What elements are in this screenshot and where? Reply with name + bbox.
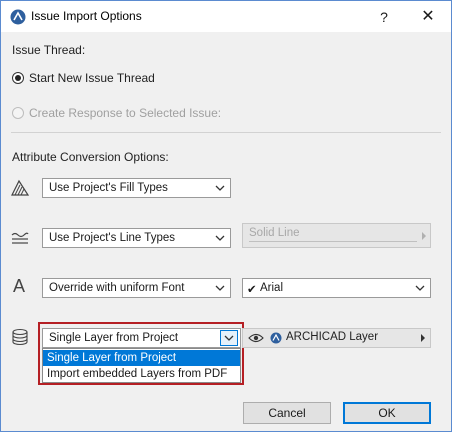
archicad-logo-icon bbox=[270, 332, 282, 344]
title-bar: Issue Import Options ? ✕ bbox=[1, 1, 451, 32]
line-types-select[interactable]: Use Project's Line Types bbox=[42, 228, 231, 248]
line-type-icon bbox=[11, 232, 29, 244]
checkmark-icon: ✔ bbox=[247, 284, 257, 296]
layers-icon bbox=[12, 328, 28, 346]
font-select[interactable]: ✔ Arial bbox=[242, 278, 431, 298]
fill-types-value: Use Project's Fill Types bbox=[49, 182, 168, 194]
create-response-label: Create Response to Selected Issue: bbox=[29, 106, 222, 120]
line-types-value: Use Project's Line Types bbox=[49, 232, 175, 244]
chevron-down-icon bbox=[215, 235, 225, 241]
chevron-down-icon bbox=[215, 285, 225, 291]
help-button[interactable]: ? bbox=[369, 6, 399, 28]
start-new-thread-label[interactable]: Start New Issue Thread bbox=[29, 71, 155, 85]
section-divider bbox=[11, 132, 441, 133]
start-new-thread-radio[interactable] bbox=[12, 72, 24, 84]
archicad-logo-icon bbox=[10, 9, 26, 25]
layers-select[interactable]: Single Layer from Project bbox=[42, 328, 241, 348]
font-mode-select[interactable]: Override with uniform Font bbox=[42, 278, 231, 298]
create-response-radio[interactable] bbox=[12, 107, 24, 119]
cancel-button[interactable]: Cancel bbox=[243, 402, 331, 424]
layer-picker[interactable]: ARCHICAD Layer bbox=[242, 328, 431, 348]
issue-thread-heading: Issue Thread: bbox=[12, 43, 86, 57]
window-title: Issue Import Options bbox=[31, 9, 142, 23]
font-mode-value: Override with uniform Font bbox=[49, 282, 185, 294]
close-button[interactable]: ✕ bbox=[413, 6, 443, 28]
fill-types-select[interactable]: Use Project's Fill Types bbox=[42, 178, 231, 198]
attribute-conversion-heading: Attribute Conversion Options: bbox=[12, 150, 169, 164]
chevron-right-icon bbox=[422, 232, 426, 240]
dropdown-option-single-layer[interactable]: Single Layer from Project bbox=[43, 350, 240, 366]
line-preview bbox=[249, 241, 417, 242]
ok-button[interactable]: OK bbox=[343, 402, 431, 424]
chevron-down-icon bbox=[415, 285, 425, 291]
chevron-right-icon bbox=[421, 334, 425, 342]
layers-dropdown-list: Single Layer from Project Import embedde… bbox=[42, 348, 241, 383]
layer-picker-value: ARCHICAD Layer bbox=[286, 331, 379, 343]
font-icon: A bbox=[13, 276, 26, 296]
font-value: Arial bbox=[260, 282, 284, 294]
line-type-picker: Solid Line bbox=[242, 223, 431, 248]
import-options-dialog: Issue Import Options ? ✕ Issue Thread: S… bbox=[0, 0, 452, 432]
layers-dropdown-toggle[interactable] bbox=[220, 330, 238, 346]
eye-icon bbox=[248, 333, 264, 343]
chevron-down-icon bbox=[215, 185, 225, 191]
chevron-down-icon bbox=[224, 335, 234, 341]
layers-value: Single Layer from Project bbox=[49, 332, 179, 344]
dropdown-option-embedded-layers[interactable]: Import embedded Layers from PDF bbox=[43, 366, 240, 382]
line-type-picker-value: Solid Line bbox=[249, 227, 300, 239]
fill-pattern-icon bbox=[11, 179, 30, 196]
